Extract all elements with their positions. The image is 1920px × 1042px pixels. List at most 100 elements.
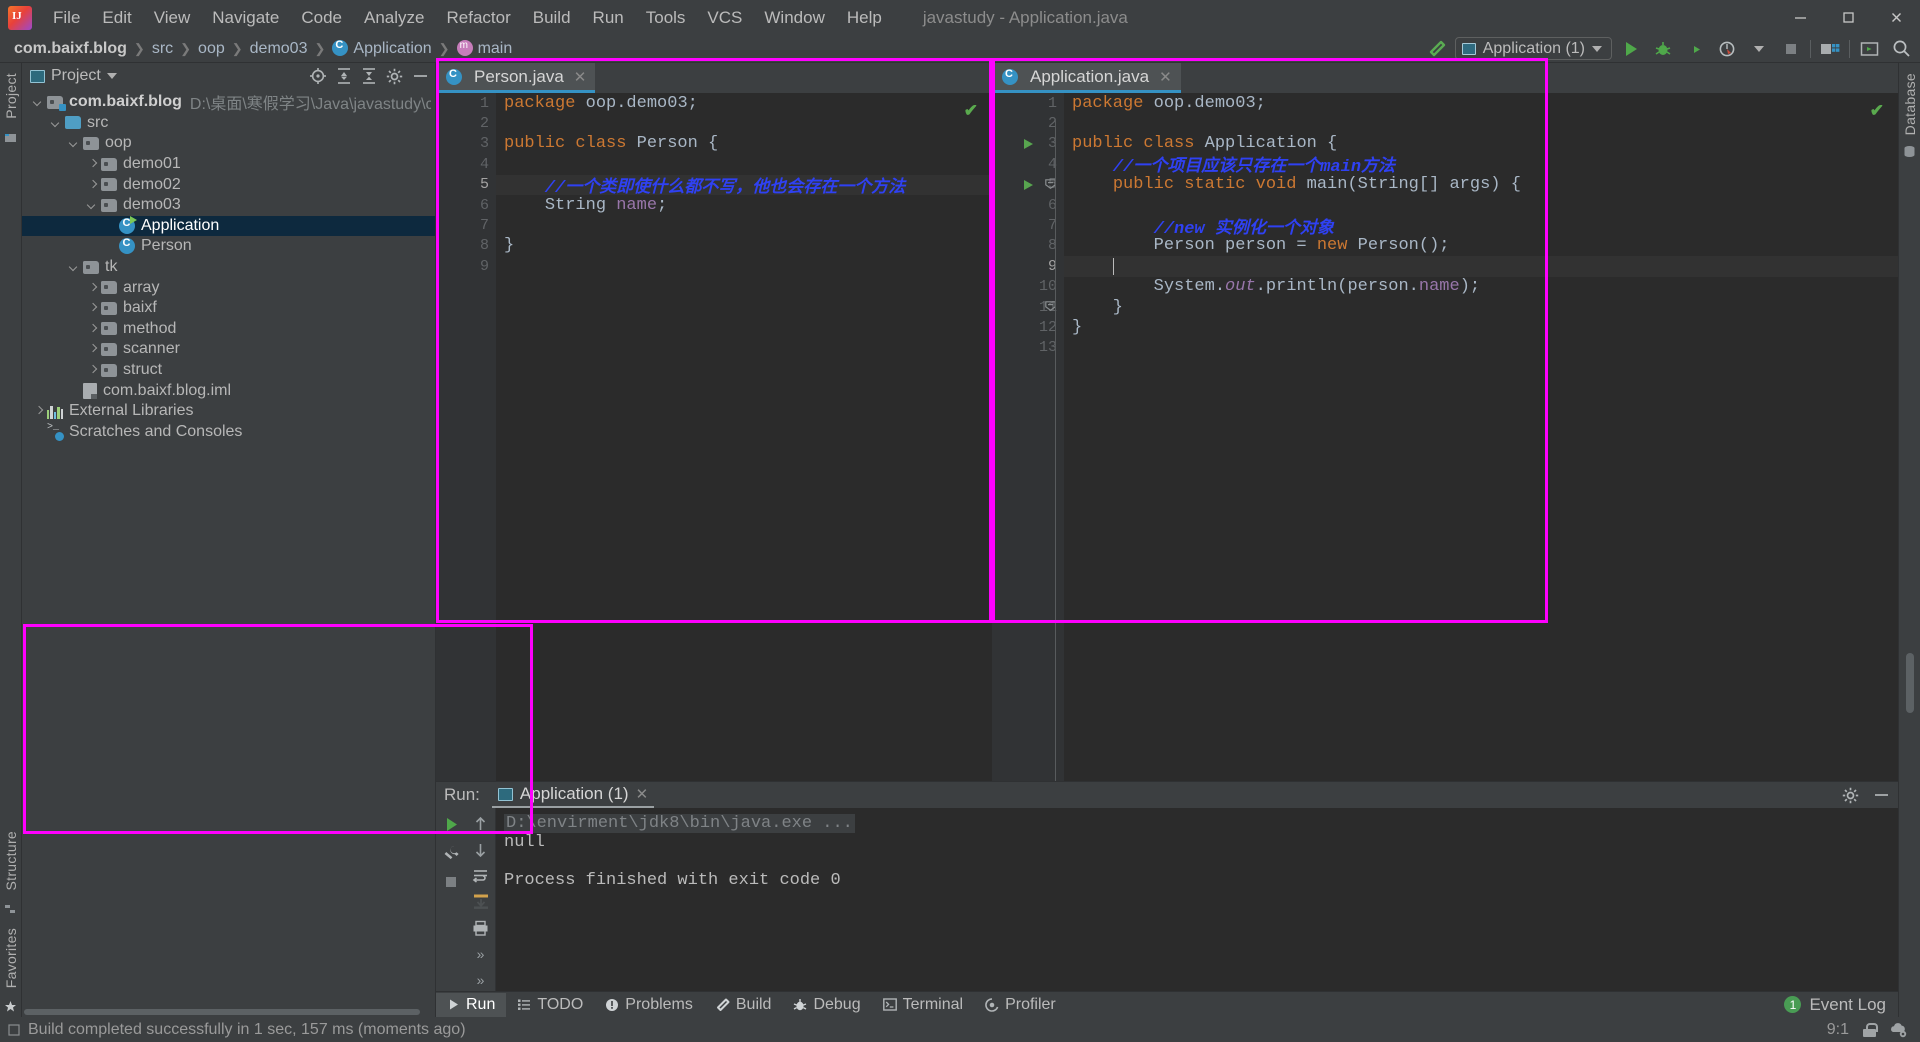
debug-button[interactable] <box>1650 38 1676 60</box>
print-icon[interactable] <box>472 920 489 936</box>
bottom-tab-terminal[interactable]: Terminal <box>872 993 974 1017</box>
code-line[interactable]: package oop.demo03; <box>1064 93 1898 113</box>
ide-settings-icon[interactable] <box>1890 1022 1908 1038</box>
run-button[interactable] <box>1618 38 1644 60</box>
project-horizontal-scrollbar[interactable] <box>22 1006 435 1017</box>
soft-wrap-icon[interactable] <box>472 868 489 883</box>
scroll-to-end-icon[interactable] <box>472 893 490 910</box>
chevron-down-icon[interactable] <box>32 96 45 109</box>
chevron-right-icon[interactable] <box>32 405 45 418</box>
run-tab-application[interactable]: Application (1) ✕ <box>491 782 655 808</box>
event-log-label[interactable]: Event Log <box>1809 995 1886 1015</box>
breadcrumb-item-module[interactable]: com.baixf.blog <box>10 39 131 59</box>
code-area-right[interactable]: 1 2 3 4 5 6 7 8 9 10 11 12 13 package oop.demo03; pu… <box>992 93 1898 781</box>
tree-node-demo02[interactable]: demo02 <box>22 174 435 195</box>
code-line[interactable]: //一个类即使什么都不写，他也会存在一个方法 <box>496 174 992 198</box>
rail-button-favorites[interactable]: Favorites <box>3 922 19 994</box>
menu-build[interactable]: Build <box>522 4 582 32</box>
chevron-down-icon[interactable] <box>68 261 81 274</box>
search-icon[interactable] <box>1888 38 1914 60</box>
down-arrow-icon[interactable] <box>473 842 488 858</box>
rail-button-project[interactable]: Project <box>3 67 19 125</box>
tab-application-java[interactable]: Application.java ✕ <box>992 63 1181 93</box>
menu-code[interactable]: Code <box>290 4 353 32</box>
chevron-down-icon[interactable] <box>1746 38 1772 60</box>
code-line[interactable] <box>496 256 992 276</box>
breadcrumb-item-demo03[interactable]: demo03 <box>246 39 312 59</box>
tree-node-application[interactable]: Application <box>22 215 435 237</box>
tree-node-demo03[interactable]: demo03 <box>22 195 435 216</box>
tab-person-java[interactable]: Person.java ✕ <box>436 63 596 93</box>
tree-node-scanner[interactable]: scanner <box>22 339 435 360</box>
menu-edit[interactable]: Edit <box>91 4 142 32</box>
gutter-left[interactable]: 1 2 3 4 5 6 7 8 9 <box>436 93 496 781</box>
chevron-right-icon[interactable] <box>86 343 99 356</box>
code-line[interactable]: } <box>1064 297 1898 317</box>
code-line[interactable] <box>496 215 992 235</box>
chevron-down-icon[interactable] <box>50 116 63 129</box>
tree-node-baixf[interactable]: baixf <box>22 298 435 319</box>
gutter-right[interactable]: 1 2 3 4 5 6 7 8 9 10 11 12 13 <box>992 93 1064 781</box>
code-line[interactable]: public static void main (String[] args) { <box>1064 175 1898 195</box>
bottom-tab-run[interactable]: Run <box>436 992 507 1017</box>
collapse-all-icon[interactable] <box>361 67 377 85</box>
tree-node-oop[interactable]: oop <box>22 133 435 154</box>
gear-icon[interactable] <box>386 68 403 85</box>
tree-node-struct[interactable]: struct <box>22 360 435 381</box>
chevron-right-icon[interactable] <box>86 178 99 191</box>
code-line[interactable]: Person person = new Person(); <box>1064 236 1898 256</box>
menu-refactor[interactable]: Refactor <box>435 4 521 32</box>
tree-node-method[interactable]: method <box>22 319 435 340</box>
tree-node-person[interactable]: Person <box>22 236 435 257</box>
tree-node-com-baixf-blog-iml[interactable]: com.baixf.blog.iml <box>22 380 435 401</box>
minimize-button[interactable] <box>1776 1 1824 35</box>
menu-vcs[interactable]: VCS <box>696 4 753 32</box>
profiler-button[interactable] <box>1714 38 1740 60</box>
close-icon[interactable]: ✕ <box>1159 68 1172 86</box>
wrench-icon[interactable] <box>443 845 460 862</box>
chevron-right-icon[interactable] <box>86 302 99 315</box>
menu-help[interactable]: Help <box>836 4 893 32</box>
tree-node-demo01[interactable]: demo01 <box>22 154 435 175</box>
bottom-tab-build[interactable]: Build <box>704 993 783 1017</box>
breadcrumb[interactable]: com.baixf.blog ❯ src ❯ oop ❯ demo03 ❯ Ap… <box>10 39 516 59</box>
close-button[interactable] <box>1872 1 1920 35</box>
close-icon[interactable]: ✕ <box>574 68 587 86</box>
run-gutter-icon[interactable] <box>1024 138 1033 149</box>
stop-button[interactable] <box>1778 38 1804 60</box>
breadcrumb-item-class[interactable]: Application <box>328 39 435 59</box>
tree-node-src[interactable]: src <box>22 113 435 134</box>
up-arrow-icon[interactable] <box>473 816 488 832</box>
stop-button[interactable] <box>443 874 459 890</box>
code-text-right[interactable]: package oop.demo03; public class Applica… <box>1064 93 1898 781</box>
run-gutter-icon[interactable] <box>1024 179 1033 190</box>
chevron-down-icon[interactable] <box>68 137 81 150</box>
chevron-down-icon[interactable] <box>86 199 99 212</box>
menu-window[interactable]: Window <box>753 4 835 32</box>
right-scrollbar[interactable] <box>1905 653 1914 713</box>
breadcrumb-item-method[interactable]: main <box>453 39 517 59</box>
menu-analyze[interactable]: Analyze <box>353 4 435 32</box>
project-tree[interactable]: com.baixf.blog D:\桌面\寒假学习\Java\javastudy\… <box>22 89 435 1006</box>
code-line[interactable]: } <box>1064 317 1898 337</box>
menu-view[interactable]: View <box>143 4 202 32</box>
rail-button-structure[interactable]: Structure <box>3 825 19 897</box>
code-line[interactable] <box>1064 113 1898 133</box>
code-line[interactable]: } <box>496 236 992 256</box>
breadcrumb-item-src[interactable]: src <box>148 39 177 59</box>
code-line[interactable]: String name; <box>496 195 992 215</box>
code-line[interactable]: //new 实例化一个对象 <box>1064 215 1898 239</box>
code-line[interactable] <box>1064 338 1898 358</box>
bottom-tab-debug[interactable]: Debug <box>782 993 871 1017</box>
menu-run[interactable]: Run <box>582 4 635 32</box>
layout-button[interactable] <box>1856 38 1882 60</box>
menu-file[interactable]: File <box>42 4 91 32</box>
menu-tools[interactable]: Tools <box>635 4 697 32</box>
tree-node-tk[interactable]: tk <box>22 257 435 278</box>
tree-node-scratches-and-consoles[interactable]: Scratches and Consoles <box>22 422 435 443</box>
code-line[interactable] <box>496 113 992 133</box>
code-line[interactable]: public class Person { <box>496 134 992 154</box>
code-area-left[interactable]: 1 2 3 4 5 6 7 8 9 package oop.demo03; public cla… <box>436 93 992 781</box>
more-actions-icon[interactable]: » <box>477 946 485 962</box>
rerun-button[interactable] <box>443 816 460 833</box>
